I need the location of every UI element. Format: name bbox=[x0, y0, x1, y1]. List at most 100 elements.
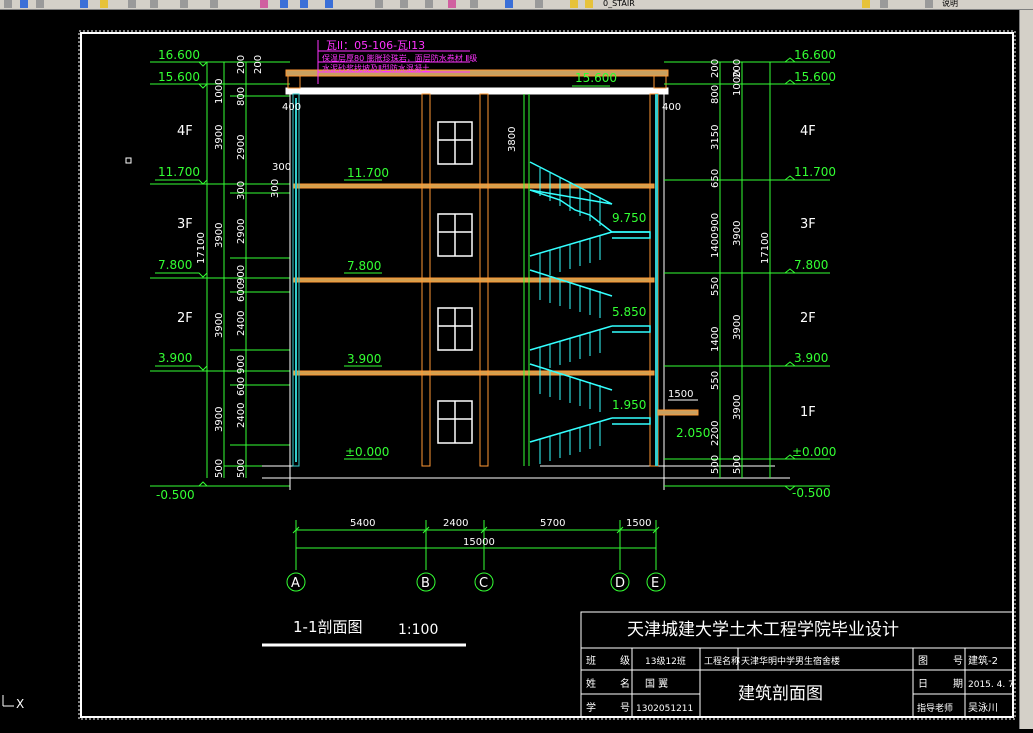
section-drawing: 16.600 15.600 11.700 7.800 3.900 -0.500 … bbox=[2, 30, 1016, 720]
right-inner-dim-1400-a: 1400 bbox=[710, 233, 721, 258]
right-floor-1f: 1F bbox=[800, 405, 816, 420]
level-3900-label: 3.900 bbox=[347, 352, 381, 366]
left-inner-dim-2900-a: 2900 bbox=[236, 135, 247, 160]
tb-drawing-no-label-1: 图 bbox=[918, 655, 928, 667]
right-inner-dim-800: 800 bbox=[710, 85, 721, 104]
bottom-dim-5400: 5400 bbox=[350, 518, 375, 529]
tool-palette-icon[interactable] bbox=[425, 0, 433, 8]
bottom-dim-1500: 1500 bbox=[626, 518, 651, 529]
tb-class-value: 13级12班 bbox=[645, 655, 686, 667]
parapet-dim-right: 400 bbox=[662, 102, 681, 113]
properties-icon[interactable] bbox=[375, 0, 383, 8]
drawing-title-scale: 1:100 bbox=[398, 622, 438, 638]
left-outer-dim-3900-a: 3900 bbox=[214, 125, 225, 150]
left-total-dim-17100: 17100 bbox=[196, 232, 207, 264]
roof-note-line-2: 水泥砂浆找坡及Ⅱ型防水混凝土 bbox=[322, 63, 430, 73]
zoom-realtime-icon[interactable] bbox=[280, 0, 288, 8]
right-level-0000: ±0.000 bbox=[792, 445, 836, 459]
right-outer-dim-650: 650 bbox=[710, 169, 721, 188]
right-inner-dimension-texts: 200 800 3150 650 900 1400 550 1400 550 2… bbox=[710, 59, 721, 474]
right-level-minus0500: -0.500 bbox=[792, 486, 831, 500]
pan-icon[interactable] bbox=[260, 0, 268, 8]
bottom-dim-5700: 5700 bbox=[540, 518, 565, 529]
text-style-icon[interactable] bbox=[925, 0, 933, 8]
right-level-7800: 7.800 bbox=[794, 258, 828, 272]
layer-dropdown[interactable]: 0_STAIR bbox=[603, 0, 903, 8]
right-level-markers bbox=[784, 57, 830, 491]
markup-icon[interactable] bbox=[470, 0, 478, 8]
left-outer-dim-3900-d: 3900 bbox=[214, 407, 225, 432]
tb-id-label-1: 学 bbox=[586, 701, 596, 714]
tb-drawing-no-value: 建筑-2 bbox=[968, 654, 998, 667]
tb-name-label-2: 名 bbox=[620, 677, 630, 690]
tb-date-label-1: 日 bbox=[918, 679, 928, 690]
level-7800-label: 7.800 bbox=[347, 259, 381, 273]
layer-bulb-icon bbox=[570, 0, 578, 8]
landing-9750-label: 9.750 bbox=[612, 211, 646, 225]
right-inner-dim-1400-b: 1400 bbox=[710, 327, 721, 352]
left-inner-dim-900-b: 900 bbox=[236, 355, 247, 374]
level-11700-label: 11.700 bbox=[347, 166, 389, 180]
right-floor-2f: 2F bbox=[800, 311, 816, 326]
text-style-dropdown[interactable]: 说明 bbox=[942, 0, 1002, 8]
cut-icon[interactable] bbox=[80, 0, 88, 8]
left-inner-dim-2900-b: 2900 bbox=[236, 219, 247, 244]
axis-label-d: D bbox=[615, 576, 625, 591]
right-level-11700: 11.700 bbox=[794, 165, 836, 179]
help-icon[interactable] bbox=[505, 0, 513, 8]
match-icon[interactable] bbox=[150, 0, 158, 8]
left-inner-dim-300: 300 bbox=[236, 181, 247, 200]
tb-advisor-value: 吴泳川 bbox=[968, 702, 998, 714]
right-total-dim-17100: 17100 bbox=[760, 232, 771, 264]
small-dim-300-a: 300 bbox=[272, 162, 291, 173]
grip-marker[interactable] bbox=[125, 157, 132, 164]
vertical-scrollbar[interactable] bbox=[1019, 10, 1033, 729]
right-level-16600: 16.600 bbox=[794, 48, 836, 62]
inner-level-markers bbox=[344, 85, 610, 460]
right-floor-3f: 3F bbox=[800, 217, 816, 232]
right-level-3900: 3.900 bbox=[794, 351, 828, 365]
left-inner-dim-800: 800 bbox=[236, 87, 247, 106]
sheet-set-icon[interactable] bbox=[448, 0, 456, 8]
layer-previous-icon[interactable] bbox=[862, 0, 870, 8]
level-0000-label: ±0.000 bbox=[345, 445, 389, 459]
right-inner-dim-550-b: 550 bbox=[710, 371, 721, 390]
left-floor-2f: 2F bbox=[177, 311, 193, 326]
left-inner-dim-600-b: 600 bbox=[236, 377, 247, 396]
walls-and-columns bbox=[289, 93, 665, 490]
ucs-x-label: X bbox=[16, 697, 24, 711]
redo-icon[interactable] bbox=[210, 0, 218, 8]
paste-icon[interactable] bbox=[128, 0, 136, 8]
right-floor-4f: 4F bbox=[800, 124, 816, 139]
tb-class-label-2: 级 bbox=[620, 655, 630, 667]
tb-name-value: 国 翼 bbox=[645, 678, 668, 690]
bottom-dim-total-15000: 15000 bbox=[463, 537, 495, 548]
zoom-previous-icon[interactable] bbox=[325, 0, 333, 8]
landing-1950-label: 1.950 bbox=[612, 398, 646, 412]
roof-note-ref: 瓦ll：05-106-瓦l13 bbox=[326, 39, 425, 52]
left-inner-dim-500: 500 bbox=[236, 459, 247, 478]
left-outer-dim-3900-b: 3900 bbox=[214, 223, 225, 248]
save-icon[interactable] bbox=[20, 0, 28, 8]
cad-toolbar: 0_STAIR 说明 bbox=[0, 0, 1033, 10]
design-center-icon[interactable] bbox=[400, 0, 408, 8]
left-level-3900: 3.900 bbox=[158, 351, 192, 365]
undo-icon[interactable] bbox=[180, 0, 188, 8]
layer-manager-icon[interactable] bbox=[535, 0, 543, 8]
layer-state-icon[interactable] bbox=[880, 0, 888, 8]
left-floor-4f: 4F bbox=[177, 124, 193, 139]
right-col2-dim-1000: 1000 bbox=[732, 71, 743, 96]
roof-note-line-1: 保温层厚80 膨胀珍珠岩，面层防水卷材 Ⅱ级 bbox=[322, 53, 477, 63]
copy-icon[interactable] bbox=[100, 0, 108, 8]
landing-5850-label: 5.850 bbox=[612, 305, 646, 319]
zoom-window-icon[interactable] bbox=[300, 0, 308, 8]
drawing-title-name: 1-1剖面图 bbox=[293, 618, 363, 636]
open-icon[interactable] bbox=[4, 0, 12, 8]
right-inner-dim-550-a: 550 bbox=[710, 277, 721, 296]
tb-drawing-name: 建筑剖面图 bbox=[738, 684, 823, 704]
right-col2-dim-3900-b: 3900 bbox=[732, 315, 743, 340]
stair-height-dim: 3800 bbox=[507, 127, 518, 152]
right-col2-dim-3900-c: 3900 bbox=[732, 395, 743, 420]
print-icon[interactable] bbox=[36, 0, 44, 8]
drawing-canvas[interactable]: 16.600 15.600 11.700 7.800 3.900 -0.500 … bbox=[0, 10, 1019, 729]
